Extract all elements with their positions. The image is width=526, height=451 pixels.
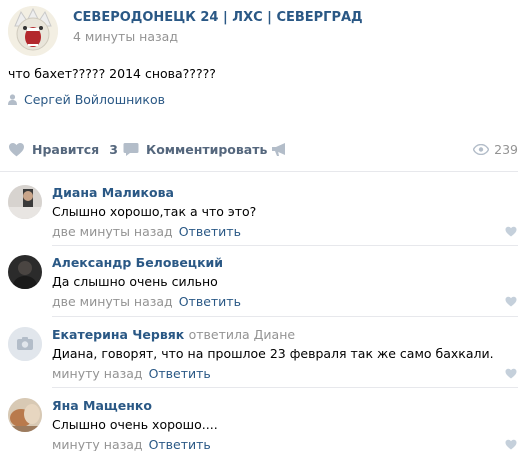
comment-meta: две минуты назад Ответить <box>52 224 241 239</box>
reply-link[interactable]: Ответить <box>149 437 211 451</box>
post-actions: Нравится 3 Комментировать 239 <box>8 138 518 160</box>
community-logo-icon <box>8 6 58 56</box>
commenter-avatar[interactable] <box>8 327 42 361</box>
comment-button[interactable]: Комментировать <box>123 138 267 160</box>
camera-icon <box>8 327 42 361</box>
share-button[interactable] <box>271 138 288 160</box>
comment-author-name[interactable]: Екатерина Червяк <box>52 327 184 342</box>
comment-time[interactable]: две минуты назад <box>52 294 173 309</box>
comment-author[interactable]: Александр Беловецкий <box>52 255 223 270</box>
community-name[interactable]: СЕВЕРОДОНЕЦК 24 | ЛХС | СЕВЕРГРАД <box>73 10 363 25</box>
comment-time[interactable]: минуту назад <box>52 366 143 381</box>
comment-item: Яна Мащенко Слышно очень хорошо.... мину… <box>0 398 526 451</box>
comment-text: Да слышно очень сильно <box>52 274 218 289</box>
comment-item: Екатерина Червяк ответила Диане Диана, г… <box>0 327 526 399</box>
comment-item: Диана Маликова Слышно хорошо,так а что э… <box>0 185 526 257</box>
avatar-photo-icon <box>8 255 42 289</box>
like-label: Нравится <box>32 141 100 157</box>
eye-icon <box>473 143 490 155</box>
reply-link[interactable]: Ответить <box>179 224 241 239</box>
reply-link[interactable]: Ответить <box>179 294 241 309</box>
comment-author[interactable]: Диана Маликова <box>52 185 174 200</box>
commenter-avatar[interactable] <box>8 398 42 432</box>
person-icon <box>8 93 17 105</box>
like-count: 3 <box>109 141 118 157</box>
divider <box>0 171 518 172</box>
speech-bubble-icon <box>123 142 139 156</box>
reply-link[interactable]: Ответить <box>149 366 211 381</box>
heart-icon[interactable] <box>505 296 517 307</box>
heart-icon[interactable] <box>505 226 517 237</box>
comment-meta: минуту назад Ответить <box>52 366 211 381</box>
comment-author[interactable]: Екатерина Червяк ответила Диане <box>52 327 295 342</box>
comment-text: Слышно хорошо,так а что это? <box>52 204 257 219</box>
comment-author[interactable]: Яна Мащенко <box>52 398 152 413</box>
wall-post: СЕВЕРОДОНЕЦК 24 | ЛХС | СЕВЕРГРАД 4 мину… <box>0 0 526 451</box>
comment-meta: минуту назад Ответить <box>52 437 211 451</box>
comment-time[interactable]: две минуты назад <box>52 224 173 239</box>
divider <box>52 245 518 246</box>
views-counter: 239 <box>473 138 518 160</box>
like-button[interactable]: Нравится 3 <box>8 138 118 160</box>
comment-text: Слышно очень хорошо.... <box>52 417 218 432</box>
comment-meta: две минуты назад Ответить <box>52 294 241 309</box>
divider <box>52 387 518 388</box>
heart-icon[interactable] <box>505 368 517 379</box>
reply-to[interactable]: Диане <box>254 327 295 342</box>
signer-name: Сергей Войлошников <box>24 91 165 107</box>
post-signer[interactable]: Сергей Войлошников <box>8 91 165 107</box>
reply-note: ответила Диане <box>189 327 295 342</box>
comment-text: Диана, говорят, что на прошлое 23 феврал… <box>52 346 494 361</box>
divider <box>52 316 518 317</box>
post-time[interactable]: 4 минуты назад <box>73 29 178 44</box>
commenter-avatar[interactable] <box>8 185 42 219</box>
commenter-avatar[interactable] <box>8 255 42 289</box>
post-text: что бахет????? 2014 снова????? <box>8 66 216 81</box>
community-avatar[interactable] <box>8 6 58 56</box>
comment-time[interactable]: минуту назад <box>52 437 143 451</box>
avatar-photo-icon <box>8 185 42 219</box>
megaphone-icon <box>272 142 285 156</box>
heart-icon[interactable] <box>505 439 517 450</box>
reply-note-verb: ответила <box>188 327 250 342</box>
avatar-photo-icon <box>8 398 42 432</box>
views-count: 239 <box>494 141 518 157</box>
heart-icon <box>9 142 24 156</box>
comment-label: Комментировать <box>146 141 268 157</box>
